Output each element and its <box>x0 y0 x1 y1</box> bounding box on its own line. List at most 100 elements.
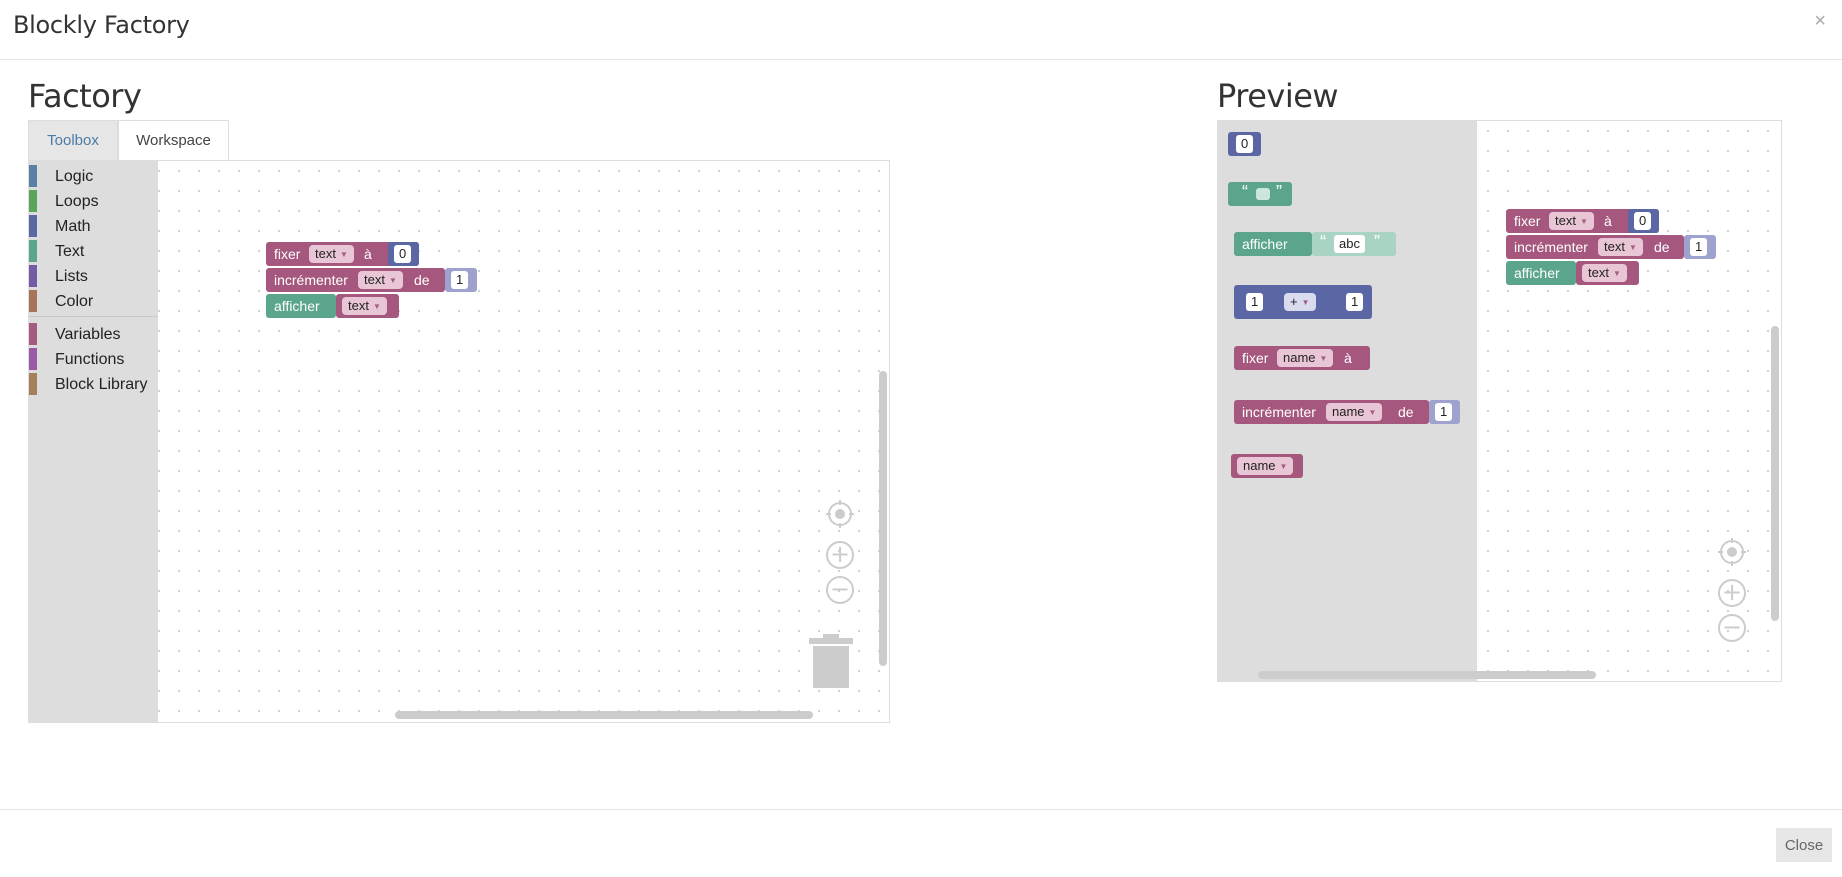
operator-dropdown[interactable]: + ▼ <box>1284 293 1316 311</box>
horizontal-scrollbar[interactable] <box>1258 671 1596 679</box>
category-variables[interactable]: Variables <box>29 323 158 345</box>
number-block[interactable]: 0 <box>1628 209 1659 233</box>
recenter-icon[interactable] <box>1718 538 1746 566</box>
zoom-in-icon[interactable]: + <box>1718 579 1746 607</box>
variable-dropdown[interactable]: text ▼ <box>309 245 354 263</box>
number-field[interactable]: 1 <box>451 271 469 289</box>
variable-dropdown[interactable]: text ▼ <box>358 271 403 289</box>
dropdown-arrow-icon: ▼ <box>339 250 348 259</box>
modal-footer: Close <box>0 809 1842 877</box>
block-label: fixer <box>274 246 301 262</box>
dropdown-arrow-icon: ▼ <box>1579 217 1588 226</box>
arithmetic-block[interactable]: 1 + ▼ 1 <box>1234 285 1372 319</box>
toolbox-panel: Logic Loops Math Text Lists Color Variab… <box>29 161 158 722</box>
print-block[interactable]: afficher <box>1506 261 1576 285</box>
block-label: incrémenter <box>1514 239 1588 255</box>
close-button[interactable]: Close <box>1776 828 1832 862</box>
factory-workspace[interactable]: Logic Loops Math Text Lists Color Variab… <box>28 160 890 723</box>
trash-icon[interactable] <box>809 634 853 688</box>
category-color-bar <box>29 348 37 370</box>
dropdown-arrow-icon: ▼ <box>388 276 397 285</box>
number-field[interactable]: 1 <box>1690 238 1708 256</box>
category-color-bar <box>29 165 37 187</box>
number-block[interactable]: 1 <box>1429 400 1460 424</box>
variable-get-block[interactable]: text ▼ <box>1576 261 1639 285</box>
block-label: de <box>1398 404 1414 420</box>
category-logic[interactable]: Logic <box>29 165 158 187</box>
category-label: Color <box>55 293 94 310</box>
number-block[interactable]: 0 <box>1228 132 1261 156</box>
number-field[interactable]: 0 <box>394 245 412 263</box>
text-block[interactable]: “ ” <box>1228 182 1292 206</box>
vertical-scrollbar[interactable] <box>879 371 887 666</box>
block-label: incrémenter <box>274 272 348 288</box>
variable-dropdown[interactable]: text ▼ <box>1582 264 1627 282</box>
category-label: Variables <box>55 326 121 343</box>
category-color[interactable]: Color <box>29 290 158 312</box>
variable-get-block[interactable]: text ▼ <box>336 294 399 318</box>
number-field[interactable]: 1 <box>1346 293 1364 311</box>
category-label: Functions <box>55 351 125 368</box>
text-field[interactable] <box>1256 188 1270 200</box>
set-variable-block[interactable]: fixer text ▼ à 0 <box>266 242 419 266</box>
block-label: afficher <box>1514 265 1560 281</box>
variable-get-block[interactable]: name ▼ <box>1231 454 1303 478</box>
variable-dropdown[interactable]: text ▼ <box>1598 238 1643 256</box>
vertical-scrollbar[interactable] <box>1771 326 1779 621</box>
category-label: Block Library <box>55 376 148 393</box>
number-field[interactable]: 1 <box>1435 403 1453 421</box>
number-field[interactable]: 1 <box>1246 293 1264 311</box>
recenter-icon[interactable] <box>826 500 854 528</box>
category-label: Text <box>55 243 85 260</box>
close-icon[interactable]: × <box>1814 10 1826 33</box>
change-variable-block[interactable]: incrémenter text ▼ de <box>1506 235 1684 259</box>
category-lists[interactable]: Lists <box>29 265 158 287</box>
tab-toolbox[interactable]: Toolbox <box>28 120 118 160</box>
category-color-bar <box>29 323 37 345</box>
variable-dropdown[interactable]: name ▼ <box>1237 457 1294 475</box>
variable-dropdown[interactable]: name ▼ <box>1326 403 1383 421</box>
number-block[interactable]: 1 <box>1684 235 1716 259</box>
variable-dropdown[interactable]: name ▼ <box>1277 349 1334 367</box>
horizontal-scrollbar[interactable] <box>395 711 813 719</box>
variable-dropdown[interactable]: text ▼ <box>1549 212 1594 230</box>
number-block[interactable]: 1 <box>445 268 477 292</box>
number-field[interactable]: 0 <box>1634 212 1652 230</box>
block-label: incrémenter <box>1242 404 1316 420</box>
preview-workspace[interactable]: 0 “ ” afficher “ abc ” 1 + ▼ 1 fixer name… <box>1217 120 1782 682</box>
change-variable-block[interactable]: incrémenter text ▼ de <box>266 268 445 292</box>
set-variable-block[interactable]: fixer text ▼ à 0 <box>1506 209 1659 233</box>
category-text[interactable]: Text <box>29 240 158 262</box>
block-label: à <box>1604 213 1612 229</box>
print-block[interactable]: afficher <box>1234 232 1312 256</box>
variable-dropdown[interactable]: text ▼ <box>342 297 387 315</box>
number-field[interactable]: 0 <box>1236 135 1254 153</box>
dropdown-arrow-icon: ▼ <box>1612 269 1621 278</box>
tab-workspace[interactable]: Workspace <box>118 120 229 160</box>
set-variable-block[interactable]: fixer name ▼ à <box>1234 346 1370 370</box>
dropdown-arrow-icon: ▼ <box>1628 243 1637 252</box>
category-functions[interactable]: Functions <box>29 348 158 370</box>
category-loops[interactable]: Loops <box>29 190 158 212</box>
block-label: afficher <box>1242 236 1288 252</box>
dropdown-arrow-icon: ▼ <box>1319 354 1328 363</box>
category-color-bar <box>29 190 37 212</box>
category-label: Math <box>55 218 91 235</box>
block-label: fixer <box>1514 213 1541 229</box>
zoom-in-icon[interactable]: + <box>826 541 854 569</box>
zoom-out-icon[interactable]: − <box>1718 614 1746 642</box>
text-field[interactable]: abc <box>1334 235 1365 253</box>
print-block[interactable]: afficher <box>266 294 336 318</box>
modal-header: Blockly Factory × <box>0 0 1842 60</box>
number-block[interactable]: 0 <box>388 242 419 266</box>
category-color-bar <box>29 215 37 237</box>
category-color-bar <box>29 290 37 312</box>
category-block-library[interactable]: Block Library <box>29 373 158 395</box>
change-variable-block[interactable]: incrémenter name ▼ de <box>1234 400 1429 424</box>
modal-title: Blockly Factory <box>13 11 190 39</box>
preview-title: Preview <box>1217 77 1339 115</box>
text-block[interactable]: “ abc ” <box>1312 232 1396 256</box>
factory-title: Factory <box>28 77 142 115</box>
category-math[interactable]: Math <box>29 215 158 237</box>
zoom-out-icon[interactable]: − <box>826 576 854 604</box>
